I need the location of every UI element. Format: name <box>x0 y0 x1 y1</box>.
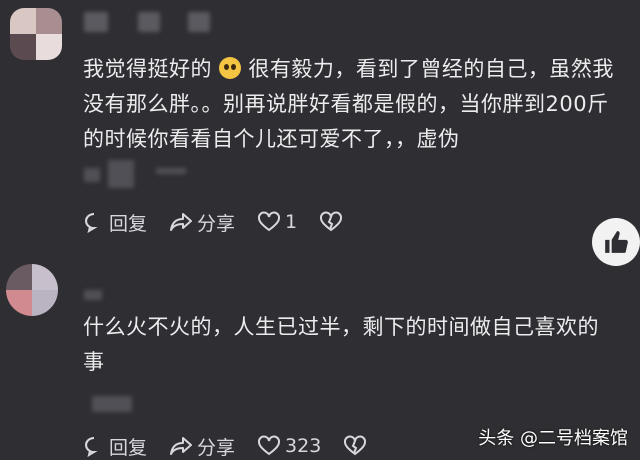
username-blurred <box>84 290 102 300</box>
share-button[interactable]: 分享 <box>169 209 235 236</box>
comment-item: 我觉得挺好的 很有毅力，看到了曾经的自己，虽然我 没有那么胖。。别再说胖好看都是… <box>0 0 640 250</box>
watermark: 头条 @二号档案馆 <box>478 428 628 449</box>
like-count: 323 <box>285 435 322 457</box>
timestamp-blurred <box>108 160 134 188</box>
comment-actions: 回复 分享 1 <box>83 208 369 236</box>
share-label: 分享 <box>197 212 236 235</box>
reply-button[interactable]: 回复 <box>83 433 147 460</box>
comment-text-line: 的时候你看看自个儿还可爱不了，，虚伪 <box>83 127 460 151</box>
like-button[interactable]: 323 <box>257 435 321 457</box>
dislike-button[interactable] <box>343 435 371 457</box>
share-button[interactable]: 分享 <box>169 433 235 460</box>
broken-heart-icon <box>344 435 367 456</box>
dislike-button[interactable] <box>319 211 347 233</box>
share-arrow-icon <box>170 213 193 231</box>
like-count: 1 <box>285 211 298 233</box>
comment-text-line: 事 <box>83 350 105 374</box>
comment-text-line: 我觉得挺好的 <box>83 57 212 81</box>
comment-text-line: 很有毅力，看到了曾经的自己，虽然我 <box>241 57 614 81</box>
comment-text: 什么火不火的，人生已过半，剩下的时间做自己喜欢的 事 <box>83 310 623 380</box>
comment-text-line: 没有那么胖。。别再说胖好看都是假的，当你胖到200斤 <box>83 92 609 116</box>
comment-text-line: 什么火不火的，人生已过半，剩下的时间做自己喜欢的 <box>83 315 599 339</box>
comment-bubble-icon <box>85 437 98 457</box>
timestamp-blurred <box>156 168 186 174</box>
reply-button[interactable]: 回复 <box>83 209 147 236</box>
timestamp-blurred <box>84 168 100 182</box>
timestamp-blurred <box>92 396 132 412</box>
heart-icon <box>258 211 281 232</box>
heart-icon <box>258 435 281 456</box>
avatar[interactable] <box>6 264 58 316</box>
comment-actions: 回复 分享 323 <box>83 432 393 460</box>
reply-label: 回复 <box>109 212 148 235</box>
username-blurred <box>84 12 108 32</box>
broken-heart-icon <box>320 211 343 232</box>
username-blurred <box>138 12 160 32</box>
like-button[interactable]: 1 <box>257 211 297 233</box>
share-label: 分享 <box>197 436 236 459</box>
comment-bubble-icon <box>85 213 98 233</box>
share-arrow-icon <box>170 437 193 455</box>
username-blurred <box>188 12 210 32</box>
comment-text: 我觉得挺好的 很有毅力，看到了曾经的自己，虽然我 没有那么胖。。别再说胖好看都是… <box>83 52 623 157</box>
pleading-face-icon <box>219 57 242 79</box>
avatar[interactable] <box>10 8 62 60</box>
reply-label: 回复 <box>109 436 148 459</box>
